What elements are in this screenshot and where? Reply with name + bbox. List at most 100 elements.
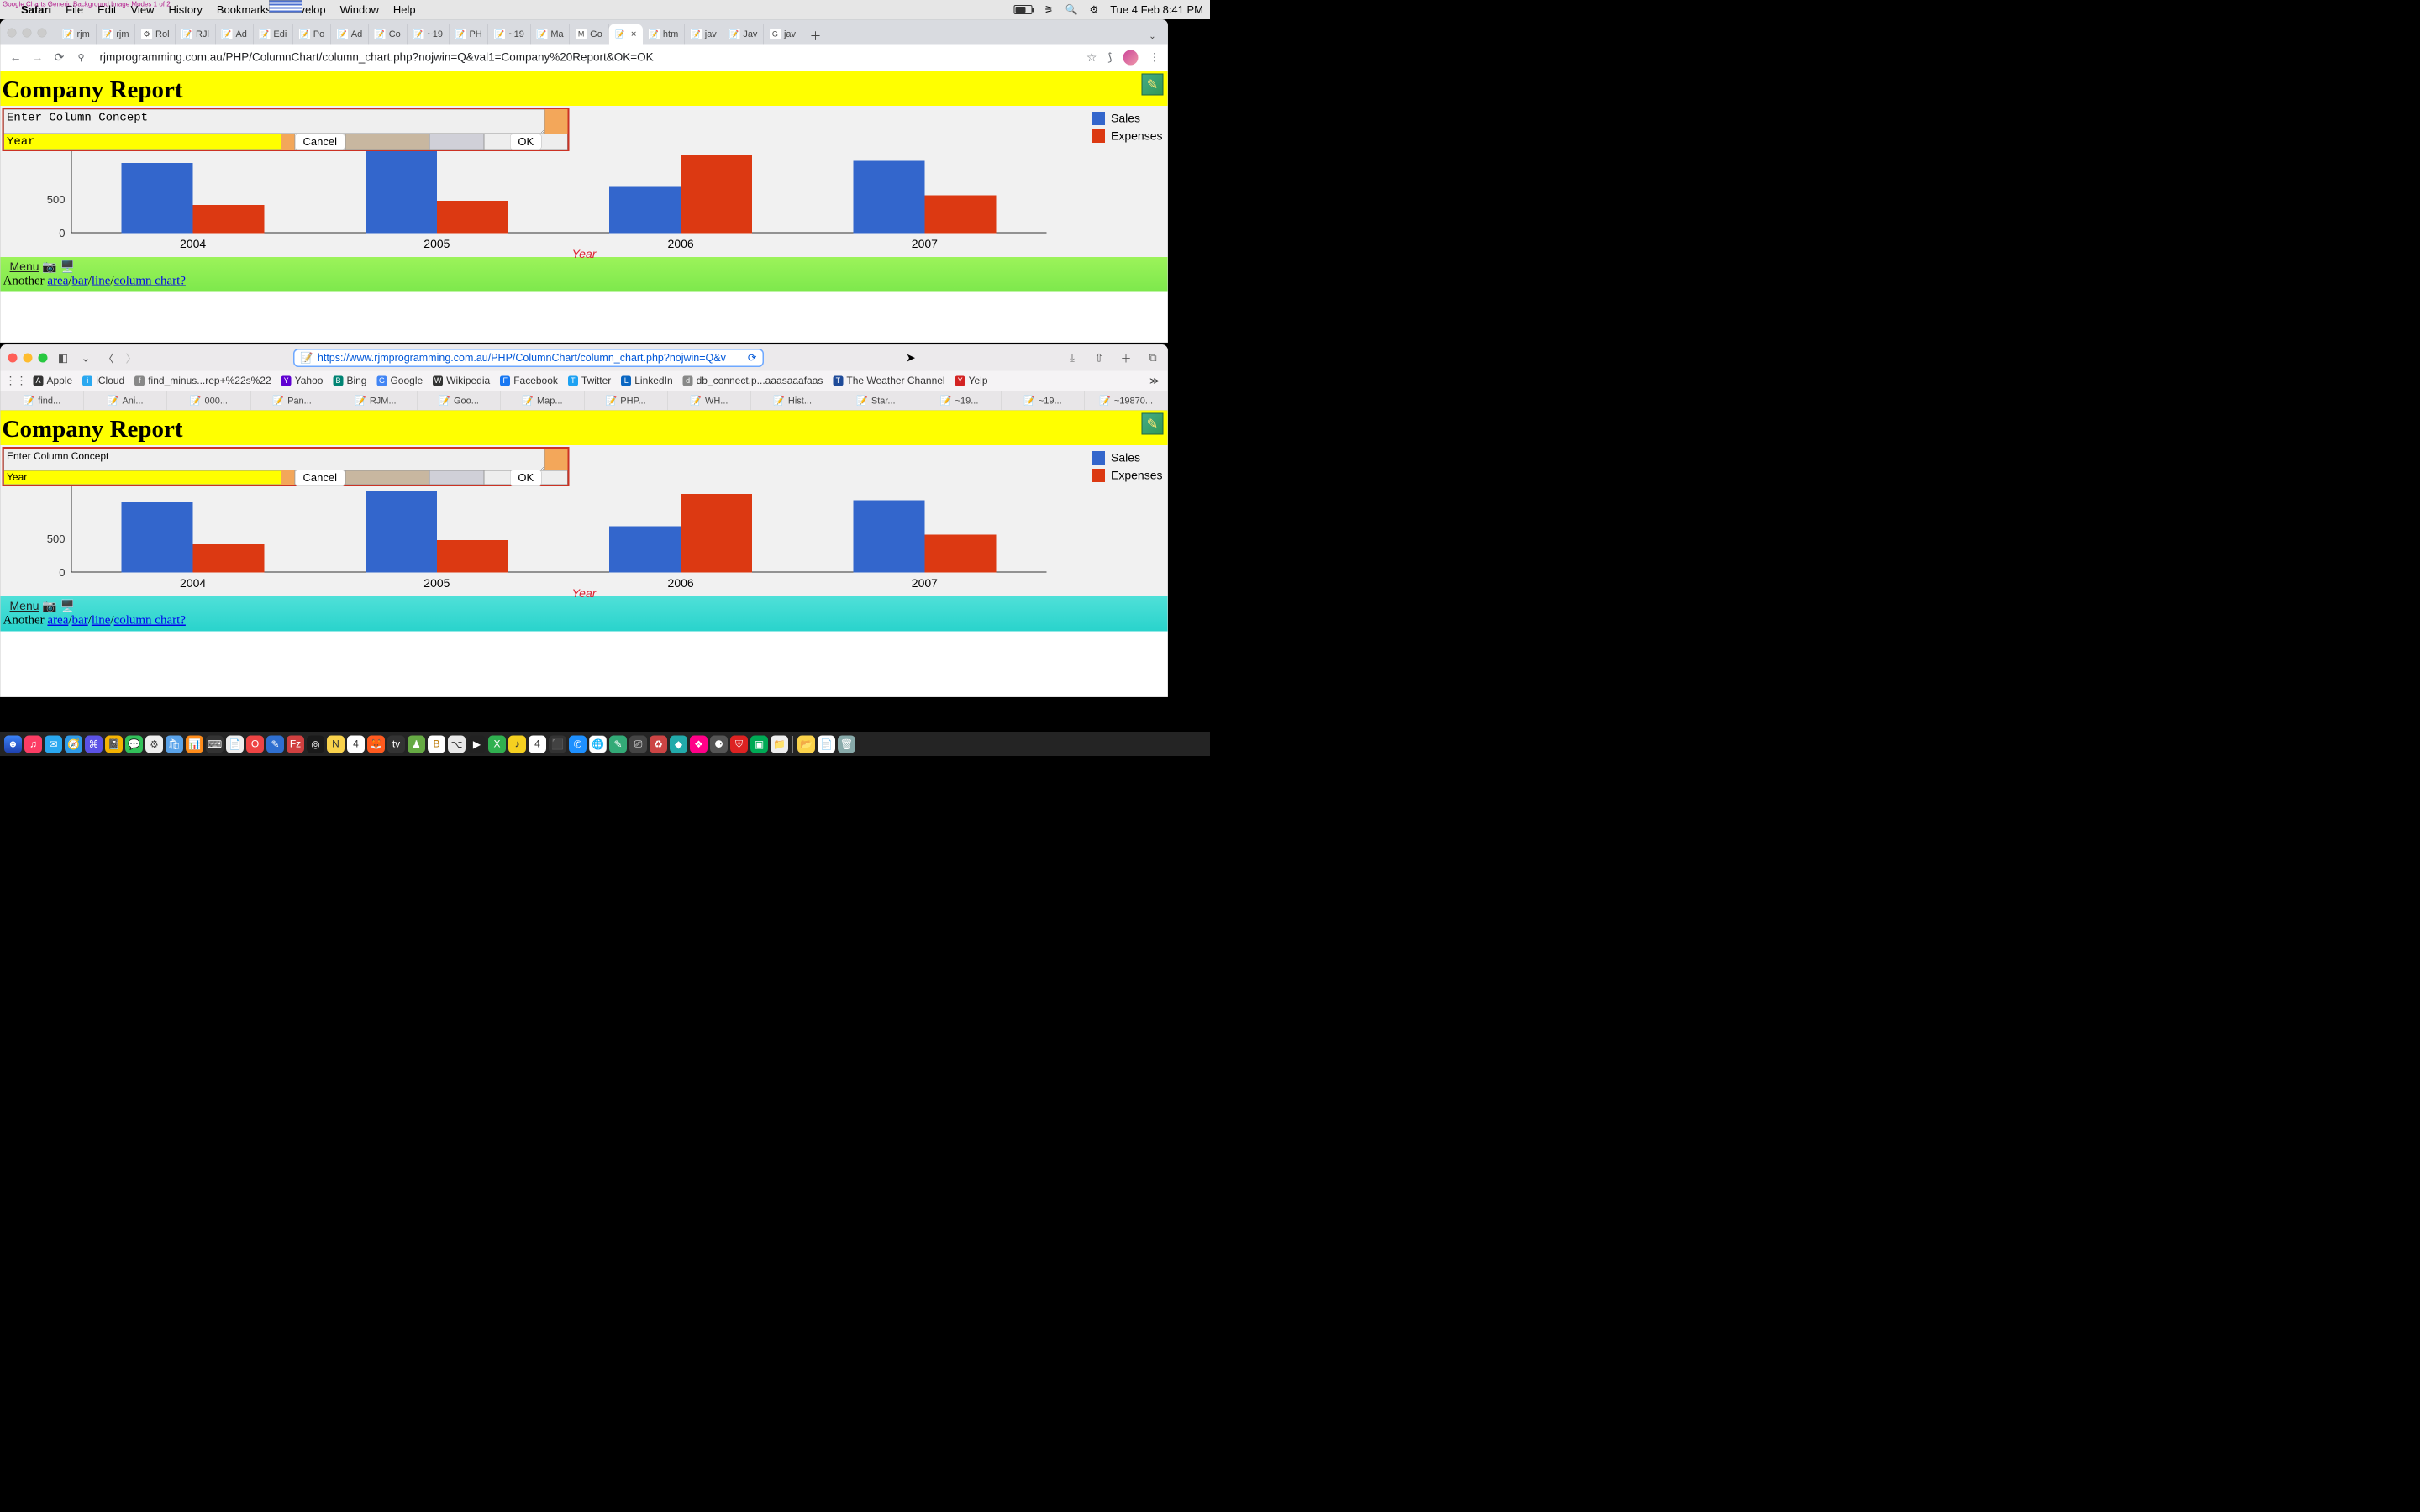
chrome-tab[interactable]: 📝jav <box>685 24 723 45</box>
favorite-item[interactable]: YYahoo <box>281 375 324 386</box>
favorite-item[interactable]: GGoogle <box>376 375 423 386</box>
chrome-tab[interactable]: 📝Ad <box>331 24 369 45</box>
bar-expenses[interactable] <box>437 540 508 572</box>
safari-tab[interactable]: 📝~19... <box>1002 391 1085 411</box>
dock-app[interactable]: ⌨ <box>206 736 224 753</box>
favorite-item[interactable]: AApple <box>34 375 73 386</box>
chrome-menu-icon[interactable]: ⋮ <box>1150 51 1160 65</box>
favorite-item[interactable]: ddb_connect.p...aaasaaafaas <box>683 375 823 386</box>
dock-app[interactable]: 🦊 <box>367 736 385 753</box>
new-tab-button[interactable]: ＋ <box>808 28 824 45</box>
chrome-tab[interactable]: 📝PH <box>449 24 488 45</box>
chrome-tab[interactable]: 📝Ma <box>530 24 570 45</box>
battery-icon[interactable] <box>1014 5 1033 14</box>
dock-app[interactable]: ⌥ <box>448 736 466 753</box>
dock-app[interactable]: 💬 <box>125 736 143 753</box>
dock-app[interactable]: ♻ <box>650 736 667 753</box>
bookmark-star-icon[interactable]: ☆ <box>1086 50 1097 65</box>
bar-expenses[interactable] <box>924 535 996 573</box>
downloads-icon[interactable]: ⤓ <box>1065 351 1079 365</box>
menu-help[interactable]: Help <box>393 3 416 17</box>
link-column[interactable]: column chart? <box>114 613 186 627</box>
reload-button[interactable]: ⟳ <box>52 50 67 65</box>
link-bar[interactable]: bar <box>72 274 88 288</box>
dock-trash[interactable]: 🗑 <box>838 736 855 753</box>
dock-app[interactable]: tv <box>387 736 405 753</box>
safari-tab[interactable]: 📝RJM... <box>334 391 418 411</box>
wifi-icon[interactable]: ⚞ <box>1044 3 1054 16</box>
macos-dock[interactable]: ☻ ♫ ✉ 🧭 ⌘ 📓 💬 ⚙ 🛍 📊 ⌨ 📄 O ✎ Fz ◎ N 4 🦊 t… <box>0 732 1210 756</box>
dock-app[interactable]: 📁 <box>771 736 788 753</box>
link-area[interactable]: area <box>47 613 68 627</box>
prompt-grip[interactable] <box>545 109 568 134</box>
favorite-item[interactable]: iiCloud <box>82 375 124 386</box>
dock-app[interactable]: ▣ <box>750 736 768 753</box>
favorite-item[interactable]: TThe Weather Channel <box>833 375 944 386</box>
menubar-clock[interactable]: Tue 4 Feb 8:41 PM <box>1110 3 1203 17</box>
safari-tab[interactable]: 📝Star... <box>834 391 918 411</box>
chrome-tab[interactable]: 📝Jav <box>723 24 764 45</box>
chrome-tab-active[interactable]: 📝 ✕ <box>608 24 643 45</box>
link-column[interactable]: column chart? <box>114 274 186 288</box>
favorites-grid-icon[interactable]: ⋮⋮ <box>9 374 24 388</box>
dock-app[interactable]: 4 <box>347 736 365 753</box>
edit-note-icon[interactable] <box>1142 413 1164 435</box>
dock-app[interactable]: X <box>488 736 506 753</box>
prompt-grip[interactable] <box>545 449 568 470</box>
site-info-icon[interactable]: ⚲ <box>74 50 89 65</box>
dock-folder[interactable]: 📂 <box>797 736 815 753</box>
safari-tab[interactable]: 📝Ani... <box>84 391 167 411</box>
dock-app[interactable]: ❖ <box>690 736 708 753</box>
menu-history[interactable]: History <box>168 3 202 17</box>
menu-link[interactable]: Menu <box>10 260 39 274</box>
screen-icon[interactable]: 🖥️ <box>60 600 75 613</box>
spotlight-icon[interactable]: 🔍 <box>1065 3 1077 16</box>
dock-app[interactable]: ◆ <box>670 736 687 753</box>
dock-app[interactable]: ♟ <box>408 736 425 753</box>
dock-app[interactable]: ⬛ <box>549 736 566 753</box>
ok-button[interactable]: OK <box>510 134 542 150</box>
dock-app[interactable]: 📊 <box>186 736 203 753</box>
back-button[interactable]: 〈 <box>102 351 116 365</box>
favorite-item[interactable]: BBing <box>333 375 366 386</box>
tabs-overview-icon[interactable]: ⧉ <box>1145 351 1160 365</box>
dock-app[interactable]: ⚈ <box>710 736 728 753</box>
chrome-tab[interactable]: 📝Edi <box>253 24 292 45</box>
extensions-icon[interactable]: ⟆ <box>1107 51 1112 65</box>
dock-finder[interactable]: ☻ <box>4 736 22 753</box>
chrome-window-controls[interactable] <box>8 29 47 38</box>
favorite-item[interactable]: WWikipedia <box>433 375 490 386</box>
dock-chrome[interactable]: 🌐 <box>589 736 607 753</box>
chrome-tab[interactable]: 📝~19 <box>407 24 449 45</box>
dock-app[interactable]: 4 <box>529 736 546 753</box>
favorites-overflow-icon[interactable]: ≫ <box>1150 375 1160 386</box>
bar-expenses[interactable] <box>681 155 752 233</box>
forward-button[interactable]: → <box>30 50 45 65</box>
new-tab-icon[interactable]: ＋ <box>1118 351 1133 365</box>
dock-app[interactable]: ⌘ <box>85 736 103 753</box>
dock-folder[interactable]: 📄 <box>818 736 835 753</box>
tab-group-chevron-icon[interactable]: ⌄ <box>79 351 93 365</box>
camera-icon[interactable]: 📷 <box>42 600 56 613</box>
chrome-tab[interactable]: 📝Ad <box>215 24 253 45</box>
bar-expenses[interactable] <box>193 544 265 572</box>
chrome-tab[interactable]: 📝rjm <box>57 24 97 45</box>
menu-window[interactable]: Window <box>340 3 379 17</box>
cancel-button[interactable]: Cancel <box>295 134 345 150</box>
ok-button[interactable]: OK <box>510 470 542 486</box>
safari-tab[interactable]: 📝~19... <box>918 391 1001 411</box>
bar-sales[interactable] <box>853 501 924 573</box>
chrome-tab[interactable]: 📝RJl <box>176 24 215 45</box>
dock-app[interactable]: B <box>428 736 445 753</box>
back-button[interactable]: ← <box>8 50 24 65</box>
chrome-tab[interactable]: 📝htm <box>643 24 685 45</box>
safari-tab[interactable]: 📝Map... <box>501 391 584 411</box>
dock-app[interactable]: ⛨ <box>730 736 748 753</box>
dock-app[interactable]: ✎ <box>609 736 627 753</box>
safari-tab[interactable]: 📝Goo... <box>418 391 501 411</box>
prompt-input[interactable] <box>4 134 281 150</box>
bar-expenses[interactable] <box>681 494 752 572</box>
link-line[interactable]: line <box>92 274 111 288</box>
tab-overflow-button[interactable]: ⌄ <box>1144 28 1161 45</box>
close-tab-icon[interactable]: ✕ <box>630 29 637 39</box>
